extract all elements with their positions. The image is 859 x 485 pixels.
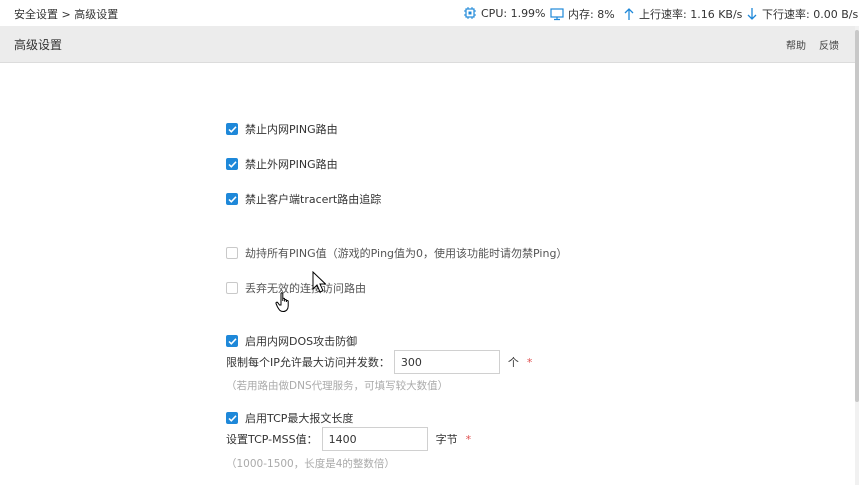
check-icon	[227, 160, 237, 168]
check-icon	[227, 195, 237, 203]
required-mark: *	[465, 432, 472, 446]
option-label: 启用内网DOS攻击防御	[245, 335, 358, 348]
option-tcp-mss[interactable]: 启用TCP最大报文长度	[226, 410, 353, 426]
check-icon	[227, 414, 237, 422]
scrollbar-thumb[interactable]	[855, 30, 859, 402]
feedback-link[interactable]: 反馈	[819, 37, 839, 52]
check-icon	[227, 125, 237, 133]
option-block-tracert[interactable]: 禁止客户端tracert路由追踪	[226, 191, 381, 207]
tcp-mss-label: 设置TCP-MSS值：	[226, 433, 318, 446]
tcp-mss-input[interactable]	[321, 427, 428, 451]
cpu-value: CPU: 1.99%	[481, 6, 546, 20]
option-label: 劫持所有PING值（游戏的Ping值为0，使用该功能时请勿禁Ping）	[245, 247, 568, 260]
download-stat: 下行速率: 0.00 B/s	[746, 6, 858, 22]
checkbox-drop-invalid[interactable]	[226, 282, 238, 294]
option-hijack-ping[interactable]: 劫持所有PING值（游戏的Ping值为0，使用该功能时请勿禁Ping）	[226, 245, 567, 261]
page-title: 高级设置	[14, 38, 63, 52]
dos-limit-unit: 个	[507, 356, 519, 369]
arrow-up-icon	[623, 7, 635, 21]
checkbox-block-lan-ping[interactable]	[226, 123, 238, 135]
required-mark: *	[526, 355, 533, 369]
upload-value: 上行速率: 1.16 KB/s	[639, 8, 743, 21]
option-label: 丢弃无效的连接访问路由	[245, 282, 366, 295]
arrow-cursor-icon	[312, 270, 327, 297]
upload-stat: 上行速率: 1.16 KB/s	[623, 6, 742, 22]
dos-limit-row: 限制每个IP允许最大访问并发数： 个 *	[226, 350, 532, 374]
check-icon	[227, 337, 237, 345]
tcp-mss-row: 设置TCP-MSS值： 字节 *	[226, 427, 471, 451]
monitor-icon	[550, 7, 564, 21]
dos-limit-input[interactable]	[393, 350, 500, 374]
page-header: 高级设置 帮助 反馈	[0, 26, 859, 63]
hand-cursor-icon	[275, 291, 293, 317]
status-bar: 安全设置 > 高级设置 CPU: 1.99% 内存: 8% 上行速率: 1.16…	[0, 0, 859, 27]
memory-value: 内存: 8%	[568, 8, 615, 21]
dos-limit-label: 限制每个IP允许最大访问并发数：	[226, 356, 390, 369]
option-block-lan-ping[interactable]: 禁止内网PING路由	[226, 121, 338, 137]
option-block-wan-ping[interactable]: 禁止外网PING路由	[226, 156, 338, 172]
checkbox-hijack-ping[interactable]	[226, 247, 238, 259]
arrow-down-icon	[746, 7, 758, 21]
cpu-icon	[463, 6, 477, 20]
breadcrumb: 安全设置 > 高级设置	[14, 8, 119, 21]
download-value: 下行速率: 0.00 B/s	[762, 8, 859, 21]
memory-stat: 内存: 8%	[550, 6, 615, 22]
tcp-mss-unit: 字节	[435, 433, 458, 446]
help-link[interactable]: 帮助	[786, 37, 806, 52]
cpu-stat: CPU: 1.99%	[463, 6, 546, 20]
dos-limit-hint: （若用路由做DNS代理服务，可填写较大数值）	[226, 380, 449, 392]
tcp-mss-hint: （1000-1500，长度是4的整数倍）	[226, 458, 395, 470]
option-label: 禁止外网PING路由	[245, 158, 338, 171]
option-label: 启用TCP最大报文长度	[245, 412, 354, 425]
option-drop-invalid[interactable]: 丢弃无效的连接访问路由	[226, 280, 366, 296]
checkbox-block-tracert[interactable]	[226, 193, 238, 205]
checkbox-dos-defense[interactable]	[226, 335, 238, 347]
option-label: 禁止客户端tracert路由追踪	[245, 193, 382, 206]
checkbox-block-wan-ping[interactable]	[226, 158, 238, 170]
option-dos-defense[interactable]: 启用内网DOS攻击防御	[226, 333, 357, 349]
option-label: 禁止内网PING路由	[245, 123, 338, 136]
checkbox-tcp-mss[interactable]	[226, 412, 238, 424]
